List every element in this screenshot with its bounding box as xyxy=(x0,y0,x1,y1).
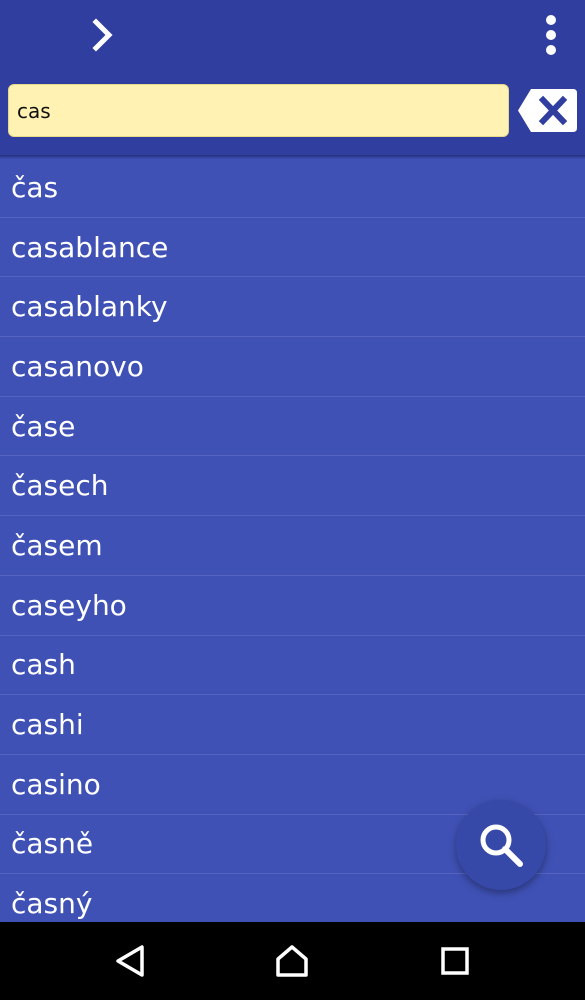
nav-recents-button[interactable] xyxy=(432,938,478,984)
list-item[interactable]: cashi xyxy=(0,695,585,755)
search-icon xyxy=(480,824,523,867)
home-icon xyxy=(276,945,308,977)
chevron-right-icon xyxy=(92,18,113,52)
nav-back-button[interactable] xyxy=(107,938,153,984)
system-navigation-bar xyxy=(0,922,585,1000)
nav-home-button[interactable] xyxy=(269,938,315,984)
search-input[interactable] xyxy=(17,98,500,123)
overflow-menu-button[interactable] xyxy=(528,10,574,60)
list-item[interactable]: časech xyxy=(0,456,585,517)
more-vertical-icon xyxy=(546,15,556,55)
recents-square-icon xyxy=(441,947,469,975)
forward-button[interactable] xyxy=(80,12,126,58)
list-item[interactable]: časem xyxy=(0,516,585,576)
back-triangle-icon xyxy=(116,945,144,977)
list-item[interactable]: cash xyxy=(0,636,585,696)
search-fab-button[interactable] xyxy=(456,800,546,890)
list-item[interactable]: casablanky xyxy=(0,277,585,338)
list-item[interactable]: casanovo xyxy=(0,337,585,397)
list-item[interactable]: caseyho xyxy=(0,576,585,636)
app-bar xyxy=(0,0,585,159)
clear-search-button[interactable] xyxy=(517,87,579,134)
list-item[interactable]: čas xyxy=(0,158,585,218)
search-field[interactable] xyxy=(8,84,509,137)
list-item[interactable]: casablance xyxy=(0,218,585,278)
list-item[interactable]: čase xyxy=(0,397,585,457)
backspace-clear-icon xyxy=(518,89,577,132)
